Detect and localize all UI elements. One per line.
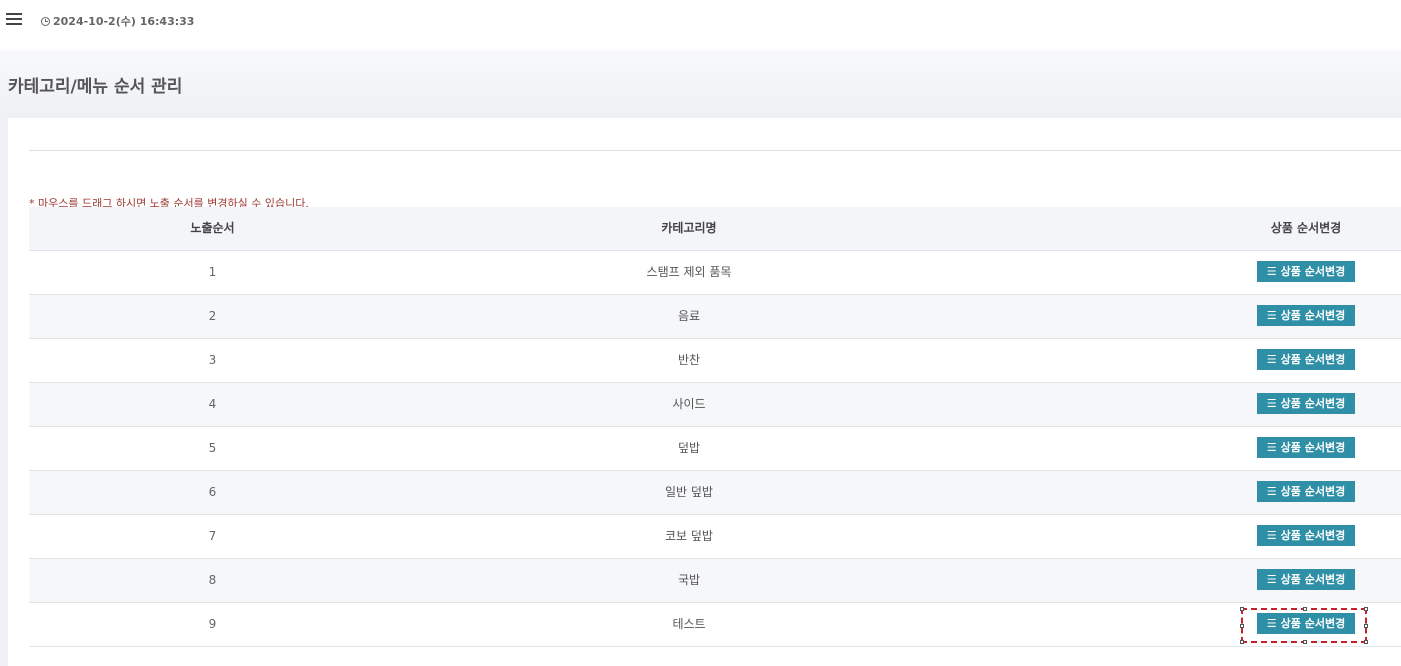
row-category-name: 반찬 xyxy=(677,353,701,367)
product-order-change-label: 상품 순서변경 xyxy=(1280,484,1346,498)
row-category-name: 스탬프 제외 품목 xyxy=(646,265,732,279)
product-order-change-button[interactable]: ☰ 상품 순서변경 xyxy=(1257,260,1355,282)
product-order-change-button[interactable]: ☰ 상품 순서변경 xyxy=(1257,392,1355,414)
table-row[interactable]: 6 일반 덮밥 ☰ 상품 순서변경 xyxy=(29,471,1401,515)
product-order-change-label: 상품 순서변경 xyxy=(1280,616,1346,630)
row-category-name: 덮밥 xyxy=(677,441,701,455)
left-strip xyxy=(0,118,8,666)
product-order-change-button[interactable]: ☰ 상품 순서변경 xyxy=(1257,568,1355,590)
list-icon: ☰ xyxy=(1266,616,1277,630)
row-order: 6 xyxy=(208,485,217,499)
row-order: 7 xyxy=(208,529,217,543)
row-order: 1 xyxy=(208,265,217,279)
product-order-change-button[interactable]: ☰ 상품 순서변경 xyxy=(1257,612,1355,634)
row-action-cell: ☰ 상품 순서변경 xyxy=(1206,603,1401,646)
row-action-cell: ☰ 상품 순서변경 xyxy=(1206,295,1401,338)
row-category-name: 국밥 xyxy=(677,573,701,587)
category-table: 노출순서 카테고리명 상품 순서변경 1 스탬프 제외 품목 ☰ 상품 순서변경 2 음료… xyxy=(29,207,1401,647)
row-action-cell: ☰ 상품 순서변경 xyxy=(1206,383,1401,426)
list-icon: ☰ xyxy=(1266,528,1277,542)
list-icon: ☰ xyxy=(1266,396,1277,410)
table-row[interactable]: 7 코보 덮밥 ☰ 상품 순서변경 xyxy=(29,515,1401,559)
row-order: 5 xyxy=(208,441,217,455)
page-title: 카테고리/메뉴 순서 관리 xyxy=(8,77,183,97)
list-icon: ☰ xyxy=(1266,440,1277,454)
list-icon: ☰ xyxy=(1266,572,1277,586)
row-action-cell: ☰ 상품 순서변경 xyxy=(1206,471,1401,514)
table-row[interactable]: 2 음료 ☰ 상품 순서변경 xyxy=(29,295,1401,339)
row-action-cell: ☰ 상품 순서변경 xyxy=(1206,251,1401,294)
row-category-name: 음료 xyxy=(677,309,701,323)
product-order-change-button[interactable]: ☰ 상품 순서변경 xyxy=(1257,348,1355,370)
row-order: 4 xyxy=(208,397,217,411)
product-order-change-label: 상품 순서변경 xyxy=(1280,352,1346,366)
row-order: 2 xyxy=(208,309,217,323)
clock-icon xyxy=(41,16,50,26)
product-order-change-button[interactable]: ☰ 상품 순서변경 xyxy=(1257,480,1355,502)
table-row[interactable]: 9 테스트 ☰ 상품 순서변경 xyxy=(29,603,1401,647)
product-order-change-label: 상품 순서변경 xyxy=(1280,528,1346,542)
row-category-name: 사이드 xyxy=(672,397,706,411)
header-order: 노출순서 xyxy=(190,221,235,235)
table-header: 노출순서 카테고리명 상품 순서변경 xyxy=(29,207,1401,251)
table-row[interactable]: 5 덮밥 ☰ 상품 순서변경 xyxy=(29,427,1401,471)
row-order: 8 xyxy=(208,573,217,587)
row-order: 3 xyxy=(208,353,217,367)
list-icon: ☰ xyxy=(1266,264,1277,278)
product-order-change-button[interactable]: ☰ 상품 순서변경 xyxy=(1257,304,1355,326)
topbar: 2024-10-2(수) 16:43:33 xyxy=(0,0,1401,50)
product-order-change-label: 상품 순서변경 xyxy=(1280,440,1346,454)
row-category-name: 코보 덮밥 xyxy=(665,529,713,543)
product-order-change-label: 상품 순서변경 xyxy=(1280,264,1346,278)
table-row[interactable]: 1 스탬프 제외 품목 ☰ 상품 순서변경 xyxy=(29,251,1401,295)
row-order: 9 xyxy=(208,617,217,631)
product-order-change-label: 상품 순서변경 xyxy=(1280,396,1346,410)
divider xyxy=(29,150,1401,151)
datetime-display: 2024-10-2(수) 16:43:33 xyxy=(41,13,194,29)
list-icon: ☰ xyxy=(1266,484,1277,498)
header-product-order: 상품 순서변경 xyxy=(1270,221,1342,235)
page-header xyxy=(0,50,1401,118)
row-action-cell: ☰ 상품 순서변경 xyxy=(1206,515,1401,558)
product-order-change-label: 상품 순서변경 xyxy=(1280,308,1346,322)
row-action-cell: ☰ 상품 순서변경 xyxy=(1206,559,1401,602)
product-order-change-button[interactable]: ☰ 상품 순서변경 xyxy=(1257,436,1355,458)
table-row[interactable]: 8 국밥 ☰ 상품 순서변경 xyxy=(29,559,1401,603)
list-icon: ☰ xyxy=(1266,352,1277,366)
table-body: 1 스탬프 제외 품목 ☰ 상품 순서변경 2 음료 ☰ 상품 순서변경 3 반찬 ☰ 상품 순서변경… xyxy=(29,251,1401,647)
datetime-text: 2024-10-2(수) 16:43:33 xyxy=(53,15,195,28)
row-category-name: 일반 덮밥 xyxy=(665,485,713,499)
row-action-cell: ☰ 상품 순서변경 xyxy=(1206,427,1401,470)
list-icon: ☰ xyxy=(1266,308,1277,322)
product-order-change-button[interactable]: ☰ 상품 순서변경 xyxy=(1257,524,1355,546)
row-action-cell: ☰ 상품 순서변경 xyxy=(1206,339,1401,382)
header-category-name: 카테고리명 xyxy=(661,221,717,235)
table-row[interactable]: 3 반찬 ☰ 상품 순서변경 xyxy=(29,339,1401,383)
product-order-change-label: 상품 순서변경 xyxy=(1280,572,1346,586)
hamburger-icon[interactable] xyxy=(6,13,22,25)
row-category-name: 테스트 xyxy=(672,617,706,631)
table-row[interactable]: 4 사이드 ☰ 상품 순서변경 xyxy=(29,383,1401,427)
